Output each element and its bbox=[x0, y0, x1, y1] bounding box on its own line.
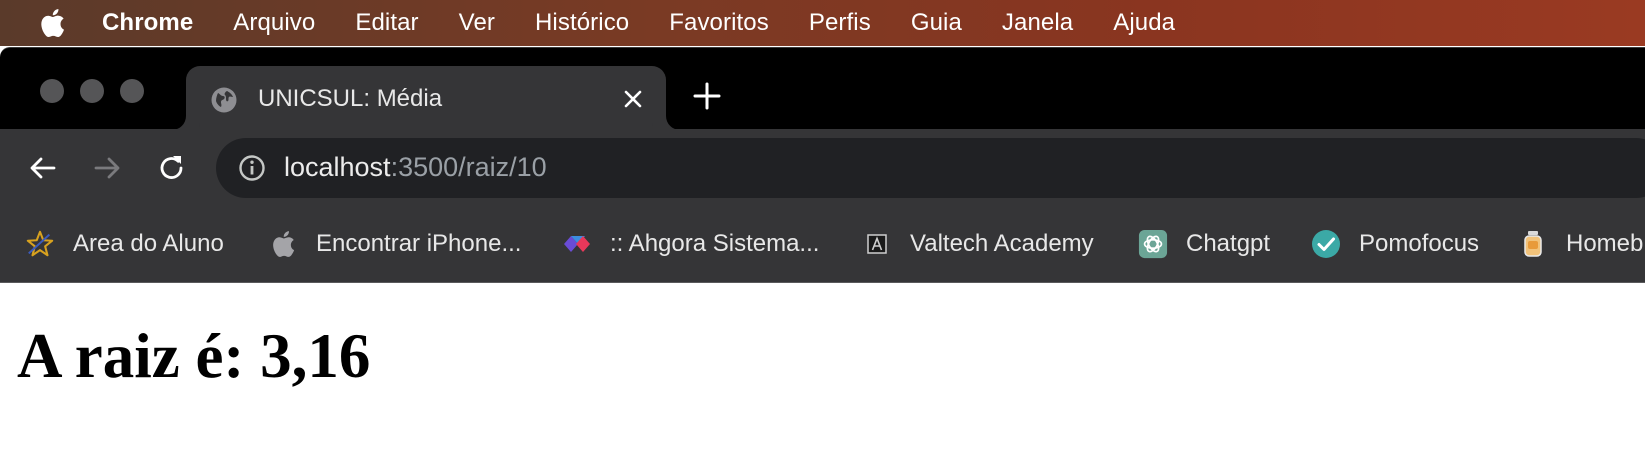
window-minimize-button[interactable] bbox=[80, 79, 104, 103]
bookmark-chatgpt[interactable]: Chatgpt bbox=[1138, 227, 1270, 261]
bookmark-valtech-academy[interactable]: Valtech Academy bbox=[862, 227, 1094, 261]
jar-icon bbox=[1518, 229, 1548, 259]
menu-janela[interactable]: Janela bbox=[1002, 9, 1073, 37]
forward-arrow-icon[interactable] bbox=[91, 152, 123, 184]
menu-historico[interactable]: Histórico bbox=[535, 9, 629, 37]
new-tab-plus-icon[interactable] bbox=[692, 81, 722, 111]
address-bar[interactable]: localhost:3500/raiz/10 bbox=[216, 138, 1645, 198]
bookmark-label: Chatgpt bbox=[1186, 230, 1271, 257]
reload-icon[interactable] bbox=[156, 152, 188, 184]
bookmark-label: Valtech Academy bbox=[910, 230, 1094, 257]
bookmark-label: Encontrar iPhone... bbox=[316, 230, 522, 257]
menu-ajuda[interactable]: Ajuda bbox=[1113, 9, 1175, 37]
bookmarks-bar: Area do Aluno Encontrar iPhone... :: Ahg… bbox=[0, 207, 1645, 283]
window-zoom-button[interactable] bbox=[120, 79, 144, 103]
bookmark-label: Homeb bbox=[1566, 230, 1644, 257]
menu-guia[interactable]: Guia bbox=[911, 9, 962, 37]
menu-perfis[interactable]: Perfis bbox=[809, 9, 871, 37]
bookmark-encontrar-iphone[interactable]: Encontrar iPhone... bbox=[268, 227, 521, 261]
chatgpt-icon bbox=[1138, 229, 1168, 259]
back-arrow-icon[interactable] bbox=[27, 152, 59, 184]
page-heading: A raiz é: 3,16 bbox=[17, 321, 371, 391]
menu-ver[interactable]: Ver bbox=[459, 9, 495, 37]
bookmark-label: Area do Aluno bbox=[73, 230, 224, 257]
tab-title: UNICSUL: Média bbox=[258, 85, 443, 112]
url-path: :3500/raiz/10 bbox=[390, 152, 547, 182]
ahgora-icon bbox=[562, 229, 592, 259]
url-host: localhost bbox=[284, 152, 391, 182]
site-info-icon[interactable] bbox=[238, 154, 266, 182]
menu-favoritos[interactable]: Favoritos bbox=[669, 9, 769, 37]
browser-toolbar: localhost:3500/raiz/10 bbox=[0, 129, 1645, 207]
bookmark-homeb[interactable]: Homeb bbox=[1518, 227, 1643, 261]
window-close-button[interactable] bbox=[40, 79, 64, 103]
menu-editar[interactable]: Editar bbox=[355, 9, 418, 37]
tab-strip: UNICSUL: Média bbox=[0, 47, 1645, 130]
globe-icon bbox=[211, 87, 237, 113]
url-text[interactable]: localhost:3500/raiz/10 bbox=[284, 152, 547, 183]
valtech-icon bbox=[862, 229, 892, 259]
star-icon bbox=[25, 229, 55, 259]
menu-app-chrome[interactable]: Chrome bbox=[102, 9, 193, 37]
bookmark-ahgora[interactable]: :: Ahgora Sistema... bbox=[562, 227, 819, 261]
bookmark-area-do-aluno[interactable]: Area do Aluno bbox=[25, 227, 224, 261]
bookmark-label: :: Ahgora Sistema... bbox=[610, 230, 820, 257]
menu-arquivo[interactable]: Arquivo bbox=[233, 9, 315, 37]
macos-menubar: Chrome Arquivo Editar Ver Histórico Favo… bbox=[0, 0, 1645, 46]
apple-icon bbox=[268, 229, 298, 259]
check-circle-icon bbox=[1311, 229, 1341, 259]
close-icon[interactable] bbox=[622, 88, 644, 110]
apple-menu-icon[interactable] bbox=[38, 8, 66, 38]
bookmark-pomofocus[interactable]: Pomofocus bbox=[1311, 227, 1479, 261]
bookmark-label: Pomofocus bbox=[1359, 230, 1480, 257]
active-tab[interactable]: UNICSUL: Média bbox=[186, 66, 666, 130]
